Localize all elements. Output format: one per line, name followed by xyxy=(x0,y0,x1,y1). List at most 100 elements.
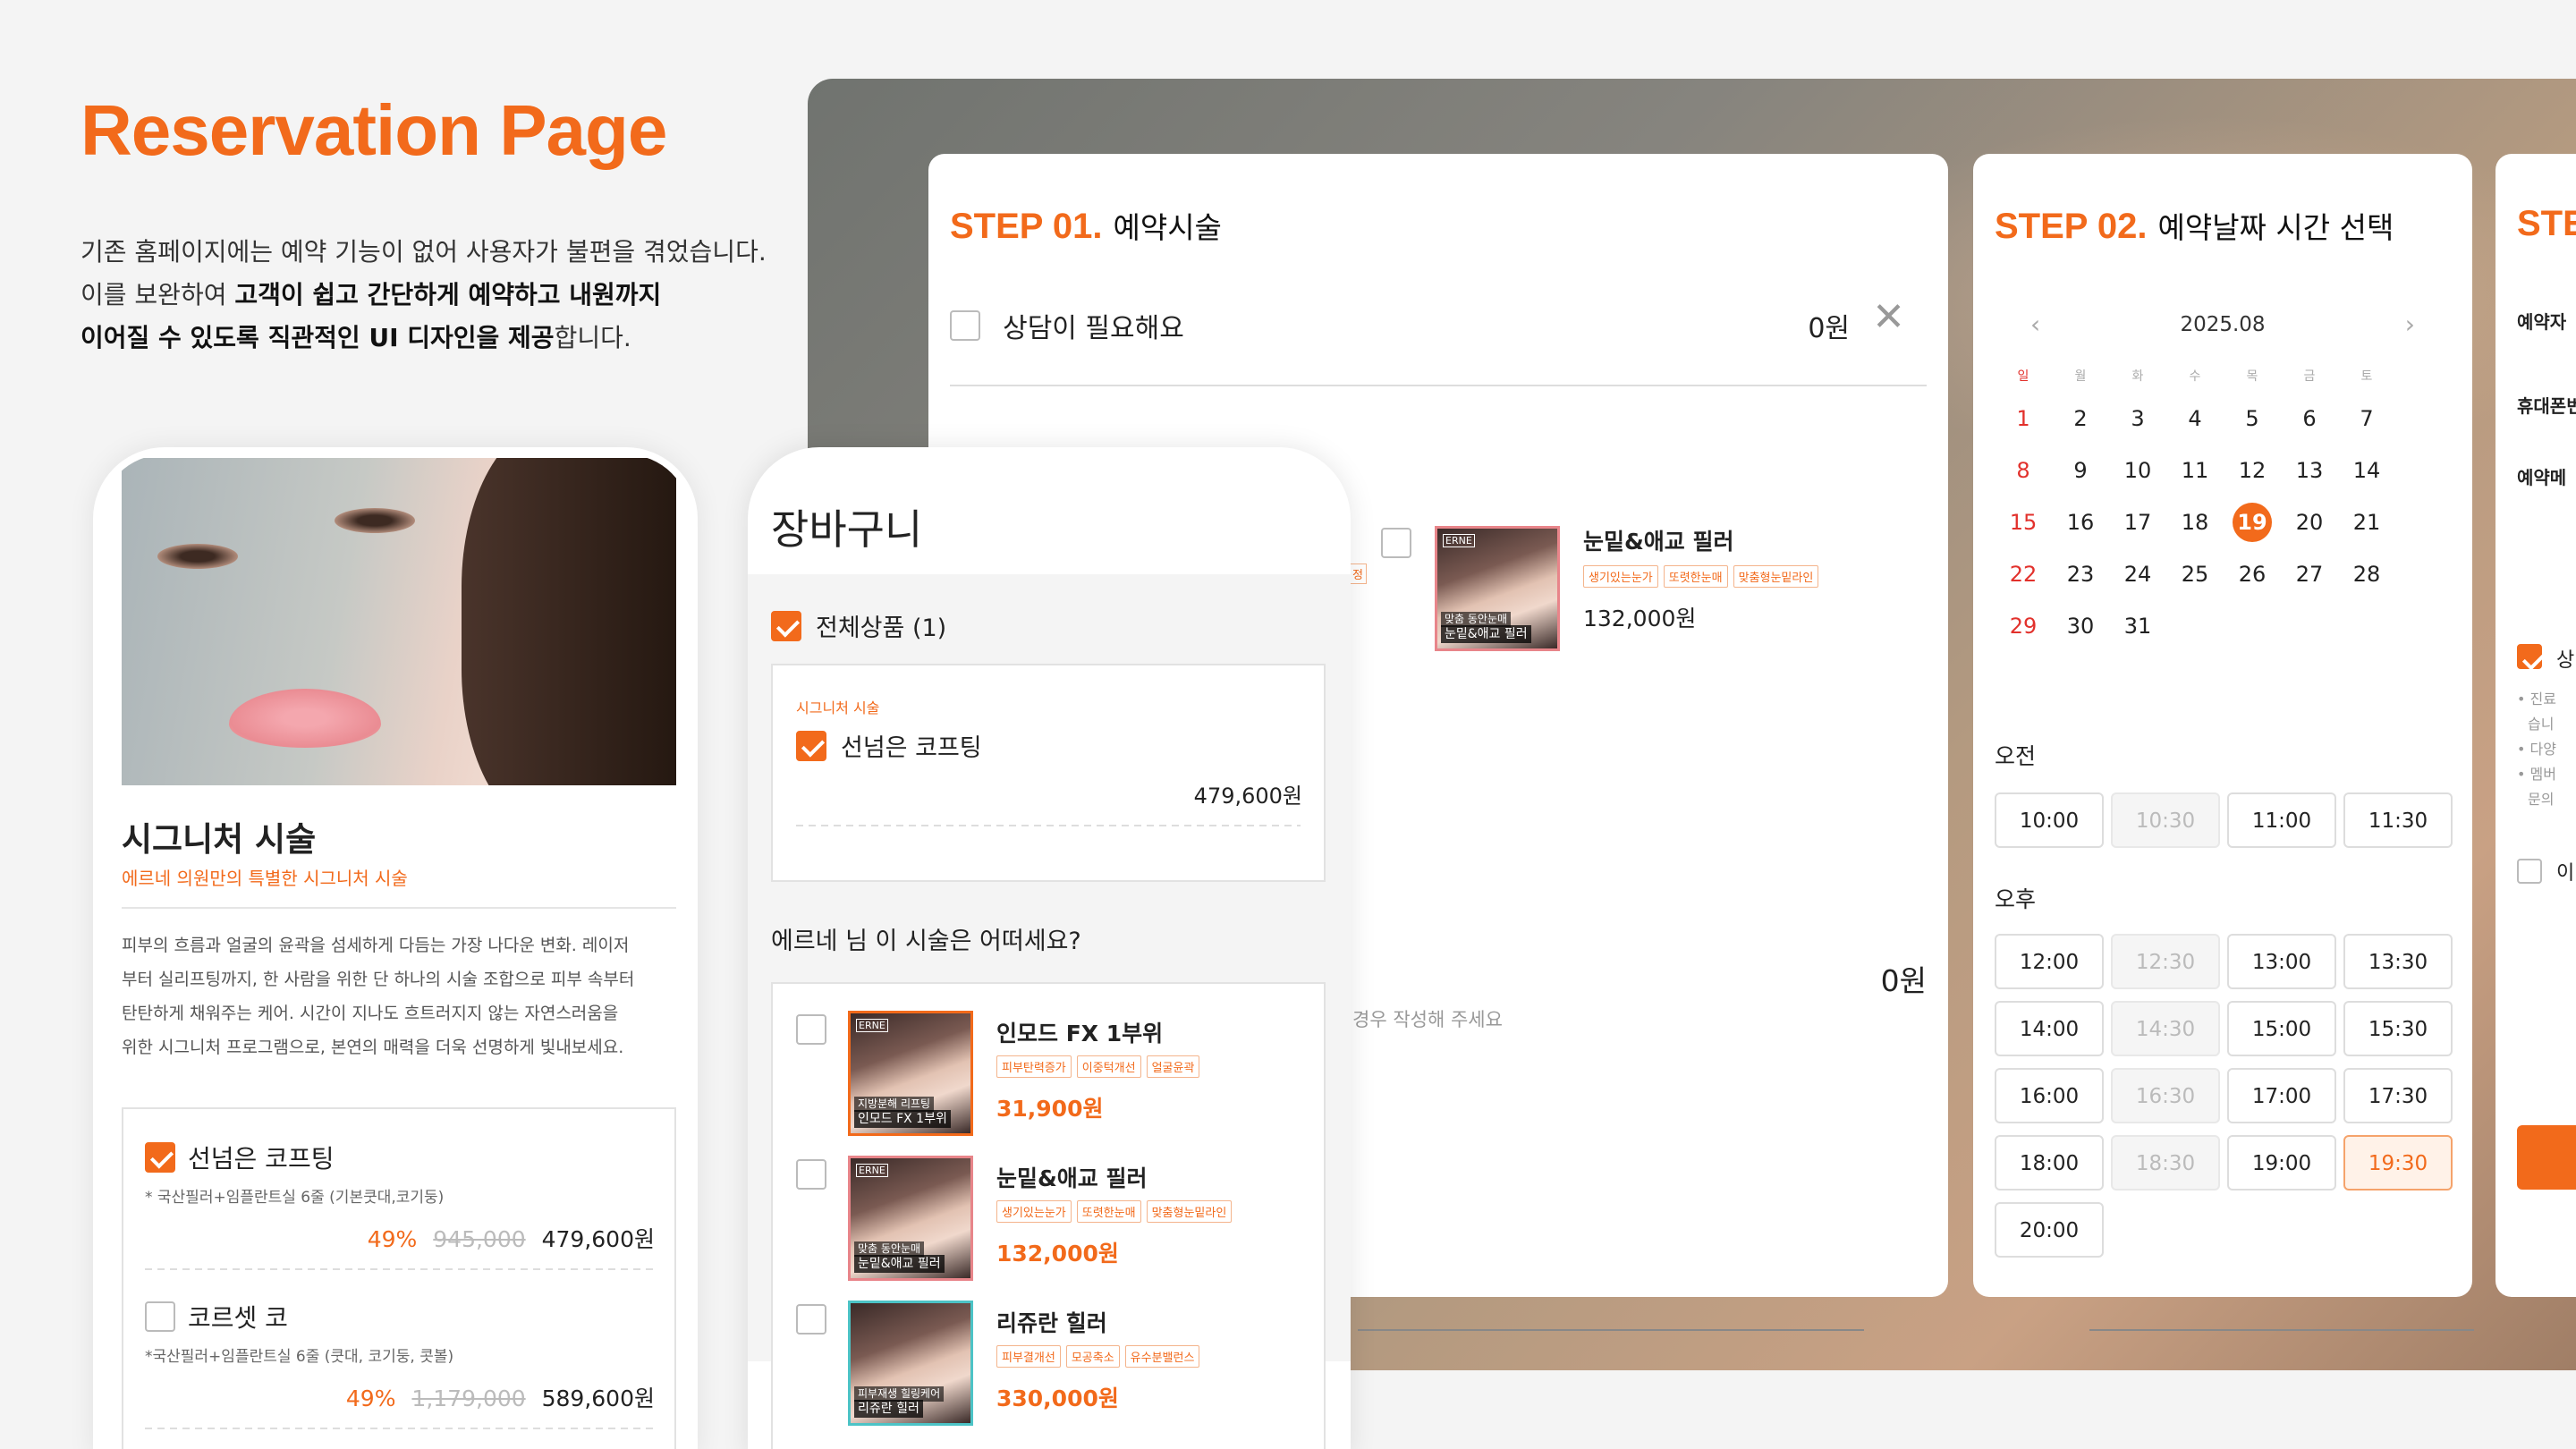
time-slot: 18:30 xyxy=(2111,1135,2220,1191)
time-slot[interactable]: 17:30 xyxy=(2343,1068,2453,1123)
calendar-day[interactable]: 1 xyxy=(2004,399,2043,438)
calendar-day[interactable]: 25 xyxy=(2175,555,2215,594)
select-all[interactable]: 전체상품 (1) xyxy=(771,608,946,643)
option1-price-row: 49% 945,000 479,600원 xyxy=(367,1226,655,1252)
reco-box: ERNE 지방분해 리프팅 인모드 FX 1부위 인모드 FX 1부위 피부탄력증가 이중… xyxy=(771,982,1326,1449)
step3-number: STE xyxy=(2517,204,2576,243)
reco-thumbnail: ERNE 맞춤 동안눈매 눈밑&애교 필러 xyxy=(848,1156,973,1281)
time-slot[interactable]: 14:00 xyxy=(1995,1001,2104,1056)
calendar-day[interactable]: 11 xyxy=(2175,451,2215,490)
time-slot[interactable]: 10:00 xyxy=(1995,792,2104,848)
bottom-line-2 xyxy=(2089,1329,2474,1331)
reco-price: 330,000원 xyxy=(996,1385,1119,1411)
weekday-3: 수 xyxy=(2189,369,2201,384)
intro-line-1: 기존 홈페이지에는 예약 기능이 없어 사용자가 불편을 겪었습니다. xyxy=(80,237,767,267)
second-label: 이 xyxy=(2556,862,2575,885)
calendar-day[interactable]: 5 xyxy=(2233,399,2272,438)
field-memo-label: 예약메 xyxy=(2517,467,2567,488)
cart-item[interactable]: 선넘은 코프팅 xyxy=(796,728,982,763)
reco-checkbox[interactable] xyxy=(796,1159,826,1190)
time-slot[interactable]: 11:00 xyxy=(2227,792,2336,848)
calendar-day[interactable]: 7 xyxy=(2347,399,2386,438)
submit-button[interactable] xyxy=(2517,1125,2576,1190)
reco-price: 132,000원 xyxy=(996,1241,1119,1267)
option2[interactable]: 코르셋 코 xyxy=(145,1299,288,1335)
item-checkbox[interactable] xyxy=(1381,528,1411,558)
item-name: 눈밑&애교 필러 xyxy=(1583,529,1734,555)
reco-name: 눈밑&애교 필러 xyxy=(996,1165,1148,1191)
time-slot[interactable]: 12:00 xyxy=(1995,934,2104,989)
hero-photo xyxy=(122,458,676,785)
time-slot[interactable]: 19:00 xyxy=(2227,1135,2336,1191)
calendar-day[interactable]: 20 xyxy=(2290,503,2329,542)
weekday-0: 일 xyxy=(2017,369,2029,384)
weekday-4: 목 xyxy=(2246,369,2258,384)
calendar-day[interactable]: 2 xyxy=(2061,399,2100,438)
divider xyxy=(122,907,676,909)
calendar-day[interactable]: 14 xyxy=(2347,451,2386,490)
calendar-day[interactable]: 29 xyxy=(2004,606,2043,646)
calendar-day[interactable]: 6 xyxy=(2290,399,2329,438)
intro-text: 기존 홈페이지에는 예약 기능이 없어 사용자가 불편을 겪었습니다. 이를 보… xyxy=(80,231,778,360)
cart-category: 시그니처 시술 xyxy=(796,699,880,716)
intro-line-2: 이를 보완하여 고객이 쉽고 간단하게 예약하고 내원까지 xyxy=(80,280,662,309)
time-slot[interactable]: 13:30 xyxy=(2343,934,2453,989)
time-slot[interactable]: 19:30 xyxy=(2343,1135,2453,1191)
reco-checkbox[interactable] xyxy=(796,1304,826,1335)
calendar-day[interactable]: 24 xyxy=(2118,555,2157,594)
am-label: 오전 xyxy=(1995,743,2037,769)
item-thumbnail: ERNE 맞춤 동안눈매 눈밑&애교 필러 xyxy=(1435,526,1560,651)
calendar-day[interactable]: 27 xyxy=(2290,555,2329,594)
time-slot[interactable]: 11:30 xyxy=(2343,792,2453,848)
reco-tags: 피부탄력증가 이중턱개선 얼굴윤곽 xyxy=(996,1055,1205,1078)
second-checkbox[interactable] xyxy=(2517,859,2542,884)
calendar-day[interactable]: 3 xyxy=(2118,399,2157,438)
option-box: 선넘은 코프팅 * 국산필러+임플란트실 6줄 (기본쿳대,코기둥) 49% 9… xyxy=(122,1107,676,1449)
memo-hint: 경우 작성해 주세요 xyxy=(1352,1009,1503,1030)
calendar-day[interactable]: 9 xyxy=(2061,451,2100,490)
reco-checkbox[interactable] xyxy=(796,1014,826,1045)
time-slot[interactable]: 15:00 xyxy=(2227,1001,2336,1056)
calendar-day[interactable]: 18 xyxy=(2175,503,2215,542)
time-slot[interactable]: 13:00 xyxy=(2227,934,2336,989)
next-month-icon[interactable]: › xyxy=(2405,309,2415,339)
calendar-day[interactable]: 15 xyxy=(2004,503,2043,542)
time-slot[interactable]: 15:30 xyxy=(2343,1001,2453,1056)
time-slot[interactable]: 17:00 xyxy=(2227,1068,2336,1123)
calendar-day[interactable]: 21 xyxy=(2347,503,2386,542)
calendar-day[interactable]: 17 xyxy=(2118,503,2157,542)
calendar-day[interactable]: 31 xyxy=(2118,606,2157,646)
calendar-day[interactable]: 23 xyxy=(2061,555,2100,594)
option2-price-row: 49% 1,179,000 589,600원 xyxy=(345,1385,655,1411)
time-slot[interactable]: 16:00 xyxy=(1995,1068,2104,1123)
calendar-day[interactable]: 13 xyxy=(2290,451,2329,490)
calendar-day[interactable]: 4 xyxy=(2175,399,2215,438)
agree-label: 상 xyxy=(2556,649,2575,672)
time-slot[interactable]: 20:00 xyxy=(1995,1202,2104,1258)
calendar-day[interactable]: 28 xyxy=(2347,555,2386,594)
calendar-day[interactable]: 26 xyxy=(2233,555,2272,594)
step1-title: 예약시술 xyxy=(1113,210,1222,245)
phone-signature: 시그니처 시술 에르네 의원만의 특별한 시그니처 시술 피부의 흐름과 얼굴의… xyxy=(93,447,698,1449)
time-slot[interactable]: 18:00 xyxy=(1995,1135,2104,1191)
calendar-day[interactable]: 10 xyxy=(2118,451,2157,490)
option1[interactable]: 선넘은 코프팅 xyxy=(145,1140,334,1175)
agree-checkbox[interactable] xyxy=(2517,644,2542,669)
calendar-day[interactable]: 12 xyxy=(2233,451,2272,490)
cart-title: 장바구니 xyxy=(771,505,923,554)
close-icon[interactable]: ✕ xyxy=(1872,295,1905,340)
calendar-day[interactable]: 8 xyxy=(2004,451,2043,490)
calendar-day[interactable]: 16 xyxy=(2061,503,2100,542)
item-price: 132,000원 xyxy=(1583,606,1697,631)
consult-checkbox[interactable] xyxy=(950,310,980,341)
option2-detail: *국산필러+임플란트실 6줄 (쿳대, 코기둥, 콧볼) xyxy=(145,1348,454,1366)
weekday-5: 금 xyxy=(2303,369,2316,384)
calendar-day[interactable]: 19 xyxy=(2233,503,2272,542)
calendar-day[interactable]: 22 xyxy=(2004,555,2043,594)
calendar-day[interactable]: 30 xyxy=(2061,606,2100,646)
reco-tags: 생기있는눈가 또렷한눈매 맞춤형눈밑라인 xyxy=(996,1200,1237,1223)
option1-detail: * 국산필러+임플란트실 6줄 (기본쿳대,코기둥) xyxy=(145,1189,445,1207)
time-slot: 12:30 xyxy=(2111,934,2220,989)
step1-number: STEP 01. xyxy=(950,207,1103,246)
reco-thumbnail: ERNE 지방분해 리프팅 인모드 FX 1부위 xyxy=(848,1011,973,1136)
